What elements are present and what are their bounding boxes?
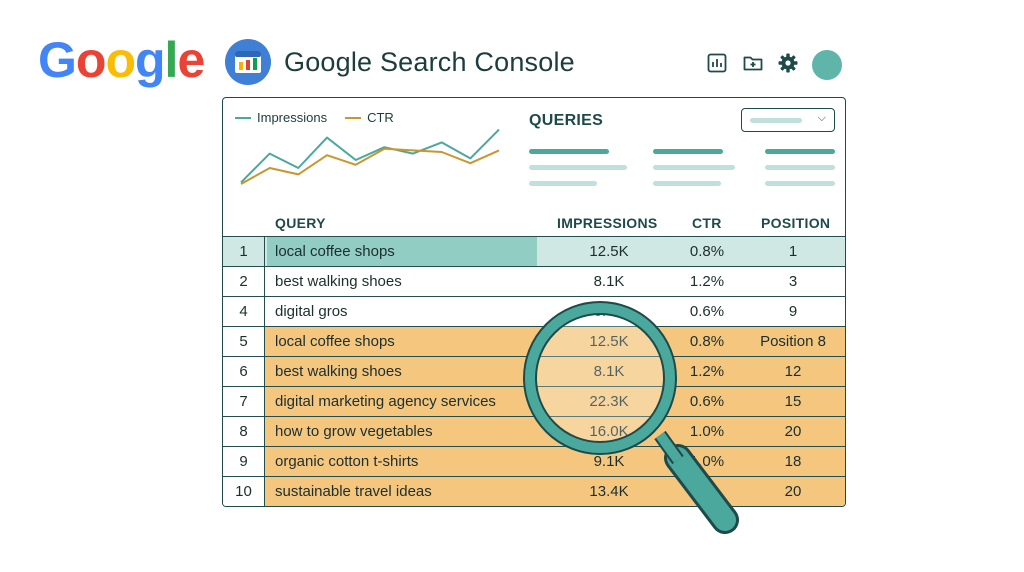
- legend-swatch: [345, 116, 362, 119]
- placeholder-bar: [765, 165, 835, 170]
- row-number: 1: [223, 237, 265, 267]
- impressions-cell: 8.1K: [593, 363, 625, 380]
- logo-letter: g: [135, 32, 166, 88]
- placeholder-bar: [765, 181, 835, 186]
- query-cell: digital gros: [275, 303, 348, 320]
- position-cell: 3: [788, 273, 798, 290]
- ctr-cell: 1.2%: [689, 273, 725, 290]
- queries-table: 1 local coffee shops 12.5K 0.8% 1 2 best walki…: [223, 236, 845, 506]
- impressions-cell: 12.5K: [589, 243, 629, 260]
- gear-icon[interactable]: [777, 52, 799, 74]
- legend-swatch: [235, 116, 251, 119]
- placeholder-bar: [653, 181, 721, 186]
- new-folder-icon[interactable]: [742, 52, 764, 74]
- query-cell: best walking shoes: [275, 363, 402, 380]
- table-row[interactable]: 5 local coffee shops 12.5K 0.8% Position 8: [223, 326, 845, 357]
- ctr-cell: 0.8%: [689, 243, 725, 260]
- ctr-cell: 0.6%: [689, 393, 725, 410]
- bar-chart-icon[interactable]: [706, 52, 728, 74]
- logo-letter: o: [75, 32, 107, 88]
- table-row[interactable]: 2 best walking shoes 8.1K 1.2% 3: [223, 266, 845, 297]
- placeholder-bar: [529, 181, 597, 186]
- row-number: 6: [223, 357, 265, 387]
- column-header-impressions[interactable]: IMPRESSIONS: [557, 215, 658, 231]
- placeholder-bar: [529, 165, 627, 170]
- legend-item-impressions: Impressions: [235, 110, 327, 125]
- period-dropdown[interactable]: ⌵: [741, 108, 835, 132]
- table-row[interactable]: 8 how to grow vegetables 16.0K 1.0% 20: [223, 416, 845, 447]
- impressions-cell: 12.5K: [589, 333, 629, 350]
- position-cell: 18: [784, 453, 802, 470]
- ctr-cell: 1.0%: [689, 453, 725, 470]
- placeholder-bar: [653, 149, 723, 154]
- impressions-cell: 9.1K: [593, 453, 625, 470]
- query-cell: local coffee shops: [275, 333, 395, 350]
- row-number: 7: [223, 387, 265, 417]
- chevron-down-icon: ⌵: [817, 112, 826, 124]
- impressions-cell: 8.1K: [593, 273, 625, 290]
- position-cell: 1: [788, 243, 798, 260]
- position-cell: 9: [788, 303, 798, 320]
- query-cell: local coffee shops: [267, 237, 537, 267]
- chart-legend: Impressions CTR: [235, 110, 394, 125]
- dropdown-value-placeholder: [750, 118, 802, 123]
- row-number: 9: [223, 447, 265, 477]
- query-cell: how to grow vegetables: [275, 423, 433, 440]
- ctr-cell: 0.8%: [689, 333, 725, 350]
- table-row[interactable]: 9 organic cotton t-shirts 9.1K 1.0% 18: [223, 446, 845, 477]
- trend-chart: [240, 128, 500, 185]
- row-number: 10: [223, 477, 265, 506]
- row-number: 2: [223, 267, 265, 297]
- position-cell: 20: [784, 483, 802, 500]
- logo-letter: o: [105, 32, 136, 88]
- table-row[interactable]: 7 digital marketing agency services 22.3K 0…: [223, 386, 845, 417]
- impressions-cell: 16.0K: [589, 423, 629, 440]
- legend-label: CTR: [367, 110, 394, 125]
- search-console-icon: [225, 39, 271, 85]
- table-row[interactable]: 4 digital gros 6.4K 0.6% 9: [223, 296, 845, 327]
- legend-label: Impressions: [257, 110, 328, 125]
- query-cell: best walking shoes: [275, 273, 402, 290]
- logo-letter: G: [38, 32, 77, 88]
- position-cell: 20: [784, 423, 802, 440]
- column-header-query[interactable]: QUERY: [275, 215, 326, 231]
- queries-title: QUERIES: [529, 112, 604, 129]
- table-header: QUERY IMPRESSIONS CTR POSITION: [223, 212, 845, 236]
- query-cell: digital marketing agency services: [275, 393, 496, 410]
- query-cell: organic cotton t-shirts: [275, 453, 419, 470]
- google-logo: Google: [38, 30, 205, 90]
- app-title: Google Search Console: [284, 47, 575, 77]
- table-row[interactable]: 10 sustainable travel ideas 13.4K 20: [223, 476, 845, 506]
- ctr-cell: 1.0%: [689, 423, 725, 440]
- logo-letter: l: [164, 32, 179, 88]
- performance-panel: Impressions CTR QUERIES ⌵ QUERY IMPRESSI…: [222, 97, 846, 507]
- column-header-position[interactable]: POSITION: [761, 215, 830, 231]
- placeholder-bar: [765, 149, 835, 154]
- ctr-cell: [657, 477, 757, 506]
- table-row[interactable]: 1 local coffee shops 12.5K 0.8% 1: [223, 236, 845, 267]
- position-cell: 12: [784, 363, 802, 380]
- ctr-cell: 0.6%: [689, 303, 725, 320]
- ctr-cell: 1.2%: [689, 363, 725, 380]
- impressions-cell: 13.4K: [589, 483, 629, 500]
- row-number: 8: [223, 417, 265, 447]
- table-row[interactable]: 6 best walking shoes 8.1K 1.2% 12: [223, 356, 845, 387]
- impressions-cell: 22.3K: [589, 393, 629, 410]
- position-cell: Position 8: [760, 333, 826, 350]
- column-header-ctr[interactable]: CTR: [692, 215, 722, 231]
- position-cell: 15: [784, 393, 802, 410]
- logo-letter: e: [177, 32, 205, 88]
- impressions-cell: 6.4K: [593, 303, 625, 320]
- row-number: 5: [223, 327, 265, 357]
- avatar[interactable]: [812, 50, 842, 80]
- placeholder-bar: [653, 165, 735, 170]
- placeholder-bar: [529, 149, 609, 154]
- row-number: 4: [223, 297, 265, 327]
- legend-item-ctr: CTR: [345, 110, 394, 125]
- query-cell: sustainable travel ideas: [275, 483, 432, 500]
